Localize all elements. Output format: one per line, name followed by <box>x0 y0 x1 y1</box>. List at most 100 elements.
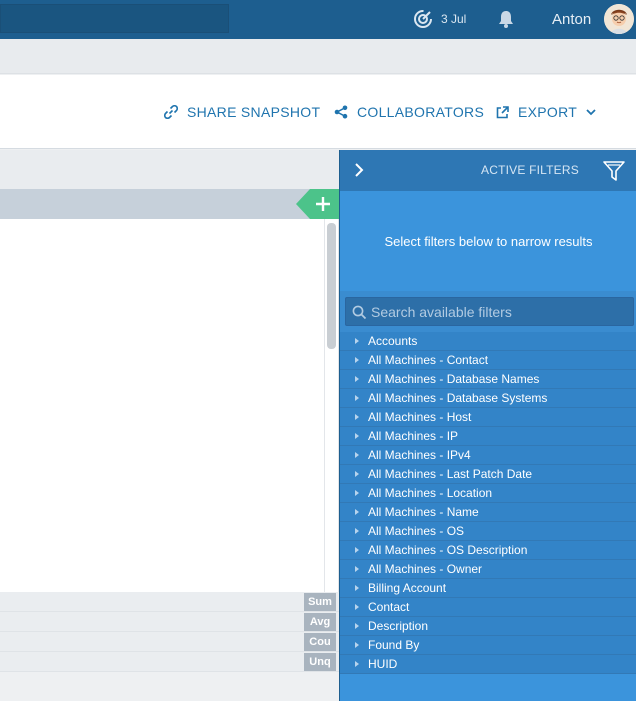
filters-header: ACTIVE FILTERS <box>340 150 636 191</box>
avatar[interactable] <box>604 4 634 34</box>
filter-item-label: All Machines - OS Description <box>368 543 528 557</box>
filter-item-label: All Machines - OS <box>368 524 465 538</box>
filter-item-label: All Machines - Owner <box>368 562 483 576</box>
caret-right-icon <box>355 509 359 515</box>
filter-item-label: Accounts <box>368 334 418 348</box>
filter-item[interactable]: All Machines - Name <box>340 503 636 522</box>
caret-right-icon <box>355 661 359 667</box>
caret-right-icon <box>355 376 359 382</box>
date-text: 3 Jul <box>441 12 467 26</box>
results-header <box>0 189 339 219</box>
collaborators-button[interactable]: COLLABORATORS <box>334 104 484 120</box>
filter-item-label: All Machines - IP <box>368 429 459 443</box>
filter-item-label: All Machines - Contact <box>368 353 489 367</box>
filter-item[interactable]: All Machines - Database Names <box>340 370 636 389</box>
filter-item[interactable]: All Machines - Host <box>340 408 636 427</box>
collaborators-label: COLLABORATORS <box>357 104 485 120</box>
filter-item-label: All Machines - IPv4 <box>368 448 471 462</box>
sub-bar <box>0 39 636 74</box>
aggregate-rows: Sum Avg Cou Unq <box>0 592 339 672</box>
column-divider <box>324 219 325 592</box>
plus-icon <box>296 189 339 219</box>
filter-search-box <box>345 297 634 326</box>
export-button[interactable]: EXPORT <box>496 104 596 120</box>
filter-item[interactable]: All Machines - Owner <box>340 560 636 579</box>
date-indicator[interactable]: 3 Jul <box>413 8 466 30</box>
external-link-icon <box>496 105 509 118</box>
aggregate-label-avg[interactable]: Avg <box>304 613 336 631</box>
filter-item[interactable]: HUID <box>340 655 636 674</box>
filter-item-label: Billing Account <box>368 581 447 595</box>
caret-right-icon <box>355 357 359 363</box>
filters-hint: Select filters below to narrow results <box>384 234 593 249</box>
filter-item-label: All Machines - Last Patch Date <box>368 467 533 481</box>
export-label: EXPORT <box>518 104 578 120</box>
top-bar: 3 Jul Anton <box>0 0 636 39</box>
caret-right-icon <box>355 642 359 648</box>
share-snapshot-label: SHARE SNAPSHOT <box>187 104 321 120</box>
results-footer <box>0 672 339 701</box>
filter-item[interactable]: All Machines - Last Patch Date <box>340 465 636 484</box>
filter-item[interactable]: Accounts <box>340 332 636 351</box>
filter-item[interactable]: Contact <box>340 598 636 617</box>
link-icon <box>164 105 178 119</box>
filter-item[interactable]: All Machines - Location <box>340 484 636 503</box>
filter-item-label: All Machines - Name <box>368 505 479 519</box>
vertical-scrollbar[interactable] <box>327 223 336 349</box>
caret-right-icon <box>355 623 359 629</box>
caret-right-icon <box>355 452 359 458</box>
aggregate-row: Avg <box>0 612 339 632</box>
global-search-box[interactable] <box>0 4 229 33</box>
results-body <box>0 219 339 592</box>
caret-right-icon <box>355 414 359 420</box>
filter-item-label: HUID <box>368 657 398 671</box>
aggregate-row: Cou <box>0 632 339 652</box>
filter-item-label: Contact <box>368 600 410 614</box>
bell-icon[interactable] <box>496 9 516 29</box>
caret-right-icon <box>355 547 359 553</box>
filter-list: Accounts All Machines - Contact All Machin… <box>340 332 636 674</box>
search-icon <box>352 305 367 320</box>
aggregate-row: Sum <box>0 592 339 612</box>
action-bar: SHARE SNAPSHOT COLLABORATORS EXPORT <box>0 75 636 149</box>
caret-right-icon <box>355 395 359 401</box>
filter-item-label: All Machines - Location <box>368 486 493 500</box>
filters-hint-area: Select filters below to narrow results <box>340 191 636 291</box>
share-snapshot-button[interactable]: SHARE SNAPSHOT <box>164 104 320 120</box>
filter-item[interactable]: All Machines - Contact <box>340 351 636 370</box>
filters-panel: ACTIVE FILTERS Select filters below to n… <box>339 150 636 701</box>
caret-right-icon <box>355 471 359 477</box>
filter-item[interactable]: All Machines - Database Systems <box>340 389 636 408</box>
filter-item[interactable]: Found By <box>340 636 636 655</box>
aggregate-label-unique[interactable]: Unq <box>304 653 336 671</box>
filter-item[interactable]: Description <box>340 617 636 636</box>
chevron-right-icon[interactable] <box>353 162 365 178</box>
caret-right-icon <box>355 338 359 344</box>
funnel-icon[interactable] <box>602 159 626 183</box>
filter-item[interactable]: Billing Account <box>340 579 636 598</box>
caret-right-icon <box>355 433 359 439</box>
filter-search-input[interactable] <box>371 298 629 325</box>
chevron-down-icon <box>586 109 596 116</box>
progress-icon <box>414 10 432 28</box>
caret-right-icon <box>355 528 359 534</box>
caret-right-icon <box>355 585 359 591</box>
aggregate-label-count[interactable]: Cou <box>304 633 336 651</box>
aggregate-row: Unq <box>0 652 339 672</box>
filter-item-label: All Machines - Database Systems <box>368 391 548 405</box>
filter-item[interactable]: All Machines - OS <box>340 522 636 541</box>
results-panel: Sum Avg Cou Unq <box>0 150 339 701</box>
aggregate-label-sum[interactable]: Sum <box>304 593 336 611</box>
filter-item[interactable]: All Machines - OS Description <box>340 541 636 560</box>
add-button[interactable] <box>296 189 339 219</box>
filter-item-label: Description <box>368 619 429 633</box>
filters-title: ACTIVE FILTERS <box>481 163 579 177</box>
filter-item-label: All Machines - Database Names <box>368 372 540 386</box>
filter-item[interactable]: All Machines - IP <box>340 427 636 446</box>
filter-item-label: Found By <box>368 638 420 652</box>
share-icon <box>334 105 348 119</box>
username[interactable]: Anton <box>552 11 591 28</box>
filter-item[interactable]: All Machines - IPv4 <box>340 446 636 465</box>
caret-right-icon <box>355 604 359 610</box>
filters-footer <box>340 674 636 701</box>
